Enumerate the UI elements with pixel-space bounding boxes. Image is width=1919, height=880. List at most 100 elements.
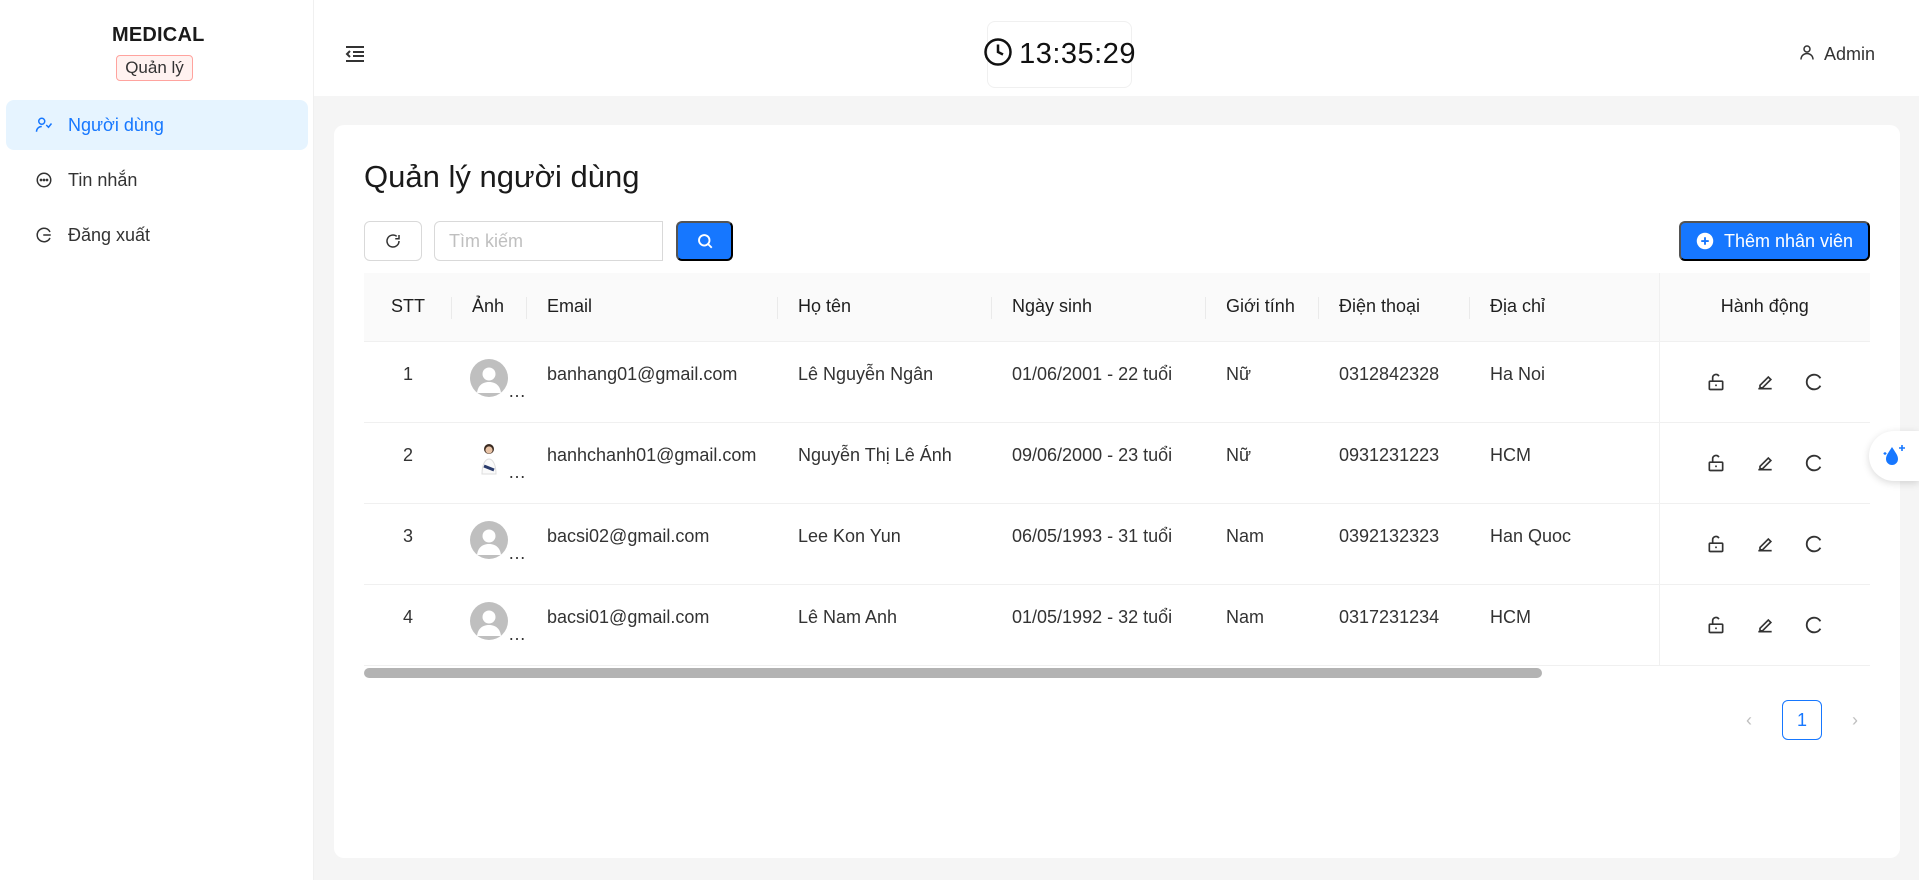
unlock-icon[interactable] xyxy=(1702,611,1730,639)
table-header-row: STT Ảnh Email Họ tên Ngày sinh Giới tính… xyxy=(364,273,1870,342)
sidebar-item-label: Đăng xuất xyxy=(68,224,151,245)
column-header[interactable]: Email xyxy=(527,273,778,342)
unlock-icon[interactable] xyxy=(1702,530,1730,558)
unlock-icon[interactable] xyxy=(1702,368,1730,396)
cell-stt: 3 xyxy=(364,503,452,585)
users-table: STT Ảnh Email Họ tên Ngày sinh Giới tính… xyxy=(364,273,1870,673)
clock-icon xyxy=(983,37,1013,72)
sidebar-item-messages[interactable]: Tin nhắn xyxy=(6,155,308,205)
edit-icon[interactable] xyxy=(1751,611,1779,639)
sidebar: MEDICAL Quản lý Người dùng Tin nhắn Đăng… xyxy=(0,0,314,880)
clock: 13:35:29 xyxy=(984,21,1135,88)
cell-dob: 01/06/2001 - 22 tuổi xyxy=(992,341,1206,423)
cell-name: Lê Nguyễn Ngân xyxy=(778,341,992,423)
page-title: Quản lý người dùng xyxy=(364,159,640,194)
cell-avatar xyxy=(452,584,527,666)
sidebar-item-label: Người dùng xyxy=(68,114,164,135)
column-header[interactable]: Họ tên xyxy=(778,273,992,342)
refresh-button[interactable] xyxy=(364,221,422,261)
cell-gender: Nam xyxy=(1206,503,1319,585)
users-icon xyxy=(34,115,54,135)
pagination: ‹ 1 › xyxy=(1732,700,1872,740)
user-name: Admin xyxy=(1823,44,1875,64)
menu-collapse-icon[interactable] xyxy=(344,44,366,64)
add-employee-button[interactable]: Thêm nhân viên xyxy=(1679,221,1870,261)
cell-actions xyxy=(1658,503,1870,585)
cell-dob: 01/05/1992 - 32 tuổi xyxy=(992,584,1206,666)
search-input[interactable] xyxy=(434,221,663,261)
brand: MEDICAL Quản lý xyxy=(112,24,205,81)
reset-icon[interactable] xyxy=(1800,530,1828,558)
cell-address: Ha Noi xyxy=(1470,341,1659,423)
message-icon xyxy=(34,170,54,190)
table-row: 1 banhang01@gmail.com Lê Nguyễn Ngân 01/… xyxy=(364,341,1870,423)
table-row: 4 bacsi01@gmail.com Lê Nam Anh 01/05/199… xyxy=(364,584,1870,666)
cell-avatar xyxy=(452,341,527,423)
logout-icon xyxy=(34,225,54,245)
plus-circle-icon xyxy=(1696,232,1714,250)
prev-page-icon[interactable]: ‹ xyxy=(1732,700,1766,740)
column-header[interactable]: Ngày sinh xyxy=(992,273,1206,342)
column-header[interactable]: Điện thoại xyxy=(1319,273,1470,342)
user-menu[interactable]: Admin xyxy=(1798,43,1875,66)
page-number[interactable]: 1 xyxy=(1782,700,1822,740)
avatar-photo xyxy=(470,439,508,478)
cell-avatar xyxy=(452,422,527,504)
edit-icon[interactable] xyxy=(1751,449,1779,477)
column-header[interactable]: Địa chỉ xyxy=(1470,273,1659,342)
cell-email: bacsi01@gmail.com xyxy=(527,584,778,666)
table-row: 3 bacsi02@gmail.com Lee Kon Yun 06/05/19… xyxy=(364,503,1870,585)
header: 13:35:29 Admin xyxy=(314,0,1919,96)
cell-actions xyxy=(1658,422,1870,504)
water-drop-widget[interactable] xyxy=(1869,431,1919,481)
cell-name: Lê Nam Anh xyxy=(778,584,992,666)
brand-name: MEDICAL xyxy=(112,24,205,46)
cell-gender: Nam xyxy=(1206,584,1319,666)
reset-icon[interactable] xyxy=(1800,449,1828,477)
sidebar-menu: Người dùng Tin nhắn Đăng xuất xyxy=(6,100,308,265)
avatar xyxy=(470,358,508,397)
user-icon xyxy=(1798,43,1816,66)
role-tag: Quản lý xyxy=(116,55,193,81)
cell-address: Han Quoc xyxy=(1470,503,1659,585)
unlock-icon[interactable] xyxy=(1702,449,1730,477)
cell-actions xyxy=(1658,341,1870,423)
reset-icon[interactable] xyxy=(1800,368,1828,396)
cell-phone: 0317231234 xyxy=(1319,584,1470,666)
edit-icon[interactable] xyxy=(1751,530,1779,558)
cell-phone: 0312842328 xyxy=(1319,341,1470,423)
column-header[interactable]: STT xyxy=(364,273,452,342)
cell-email: bacsi02@gmail.com xyxy=(527,503,778,585)
avatar xyxy=(470,520,508,559)
main-card: Quản lý người dùng Thêm nhân viên STT Ản… xyxy=(334,125,1900,858)
search-button[interactable] xyxy=(676,221,733,261)
clock-time: 13:35:29 xyxy=(1019,38,1136,70)
cell-stt: 1 xyxy=(364,341,452,423)
water-drop-icon xyxy=(1883,445,1905,465)
cell-phone: 0392132323 xyxy=(1319,503,1470,585)
refresh-icon xyxy=(386,234,400,248)
next-page-icon[interactable]: › xyxy=(1838,700,1872,740)
reset-icon[interactable] xyxy=(1800,611,1828,639)
cell-phone: 0931231223 xyxy=(1319,422,1470,504)
cell-name: Nguyễn Thị Lê Ánh xyxy=(778,422,992,504)
add-employee-label: Thêm nhân viên xyxy=(1723,230,1854,251)
sidebar-item-logout[interactable]: Đăng xuất xyxy=(6,210,308,260)
horizontal-scrollbar[interactable] xyxy=(364,668,1542,678)
search-icon xyxy=(697,234,712,249)
cell-dob: 06/05/1993 - 31 tuổi xyxy=(992,503,1206,585)
table-row: 2 hanhchanh01@gmail.com Nguyễn Thị Lê Án… xyxy=(364,422,1870,504)
cell-dob: 09/06/2000 - 23 tuổi xyxy=(992,422,1206,504)
cell-address: HCM xyxy=(1470,422,1659,504)
cell-address: HCM xyxy=(1470,584,1659,666)
cell-stt: 2 xyxy=(364,422,452,504)
cell-gender: Nữ xyxy=(1206,422,1319,504)
sidebar-item-users[interactable]: Người dùng xyxy=(6,100,308,150)
cell-avatar xyxy=(452,503,527,585)
cell-email: banhang01@gmail.com xyxy=(527,341,778,423)
edit-icon[interactable] xyxy=(1751,368,1779,396)
column-header[interactable]: Hành động xyxy=(1658,273,1870,342)
column-header[interactable]: Ảnh xyxy=(452,273,527,342)
column-header[interactable]: Giới tính xyxy=(1206,273,1319,342)
cell-actions xyxy=(1658,584,1870,666)
